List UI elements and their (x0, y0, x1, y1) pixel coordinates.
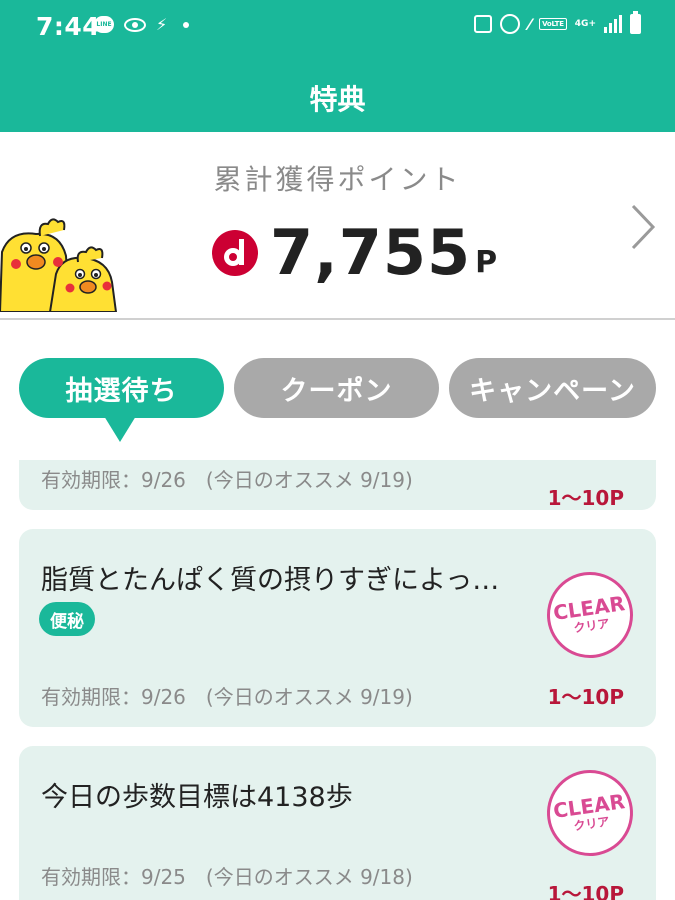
run-icon: ⚡ (156, 14, 168, 34)
card-title: 脂質とたんぱく質の摂りすぎによっ… (41, 565, 500, 596)
app-screen: 7:44 LINE ⚡ ⁄ VoLTE 4G+ 特典 累計獲得ポイント 7,75… (0, 0, 675, 900)
eye-icon (124, 17, 146, 32)
tab-coupon[interactable]: クーポン (234, 358, 439, 418)
signal-icon (604, 15, 622, 33)
card-expiry: 有効期限：9/26 (今日のオススメ 9/19) (41, 468, 413, 492)
system-icons: ⁄ VoLTE 4G+ (474, 11, 641, 34)
battery-icon (630, 11, 641, 34)
chevron-right-icon[interactable] (629, 202, 657, 252)
status-bar: 7:44 LINE ⚡ ⁄ VoLTE 4G+ (0, 0, 675, 56)
active-tab-pointer (104, 416, 136, 442)
points-panel[interactable]: 累計獲得ポイント 7,755 P (0, 132, 675, 320)
list-item[interactable]: 有効期限：9/26 (今日のオススメ 9/19) 1〜10P (19, 460, 656, 510)
tab-bar: 抽選待ち クーポン キャンペーン (0, 320, 675, 460)
sim-icon (474, 15, 493, 33)
page-title: 特典 (309, 83, 366, 116)
app-header: 特典 (0, 56, 675, 132)
points-label: 累計獲得ポイント (213, 163, 462, 196)
card-points: 1〜10P (547, 486, 624, 510)
card-points: 1〜10P (547, 882, 624, 900)
dot-icon (183, 21, 190, 28)
card-points: 1〜10P (547, 685, 624, 709)
card-title: 今日の歩数目標は4138歩 (41, 782, 353, 813)
network-icon: 4G+ (574, 18, 596, 29)
points-value: 7,755 (270, 216, 472, 289)
card-expiry: 有効期限：9/25 (今日のオススメ 9/18) (41, 865, 413, 889)
points-unit: P (475, 245, 498, 280)
clear-stamp-icon: CLEAR クリア (541, 764, 639, 862)
alarm-icon (500, 14, 521, 34)
points-total: 7,755 P (212, 218, 497, 288)
mascot-image (0, 218, 118, 312)
card-tag: 便秘 (39, 602, 95, 636)
status-time: 7:44 (36, 12, 101, 41)
list-item[interactable]: 今日の歩数目標は4138歩 CLEAR クリア 有効期限：9/25 (今日のオス… (19, 746, 656, 900)
d-point-logo-icon (212, 230, 258, 276)
tab-campaign[interactable]: キャンペーン (449, 358, 656, 418)
volte-icon: VoLTE (539, 18, 567, 30)
tab-lottery-waiting[interactable]: 抽選待ち (19, 358, 224, 418)
card-expiry: 有効期限：9/26 (今日のオススメ 9/19) (41, 685, 413, 709)
notification-icons: LINE ⚡ (94, 14, 190, 34)
mute-icon: ⁄ (528, 14, 532, 34)
clear-stamp-icon: CLEAR クリア (541, 566, 639, 664)
line-icon: LINE (94, 16, 114, 33)
list-item[interactable]: 脂質とたんぱく質の摂りすぎによっ… 便秘 CLEAR クリア 有効期限：9/26… (19, 529, 656, 727)
